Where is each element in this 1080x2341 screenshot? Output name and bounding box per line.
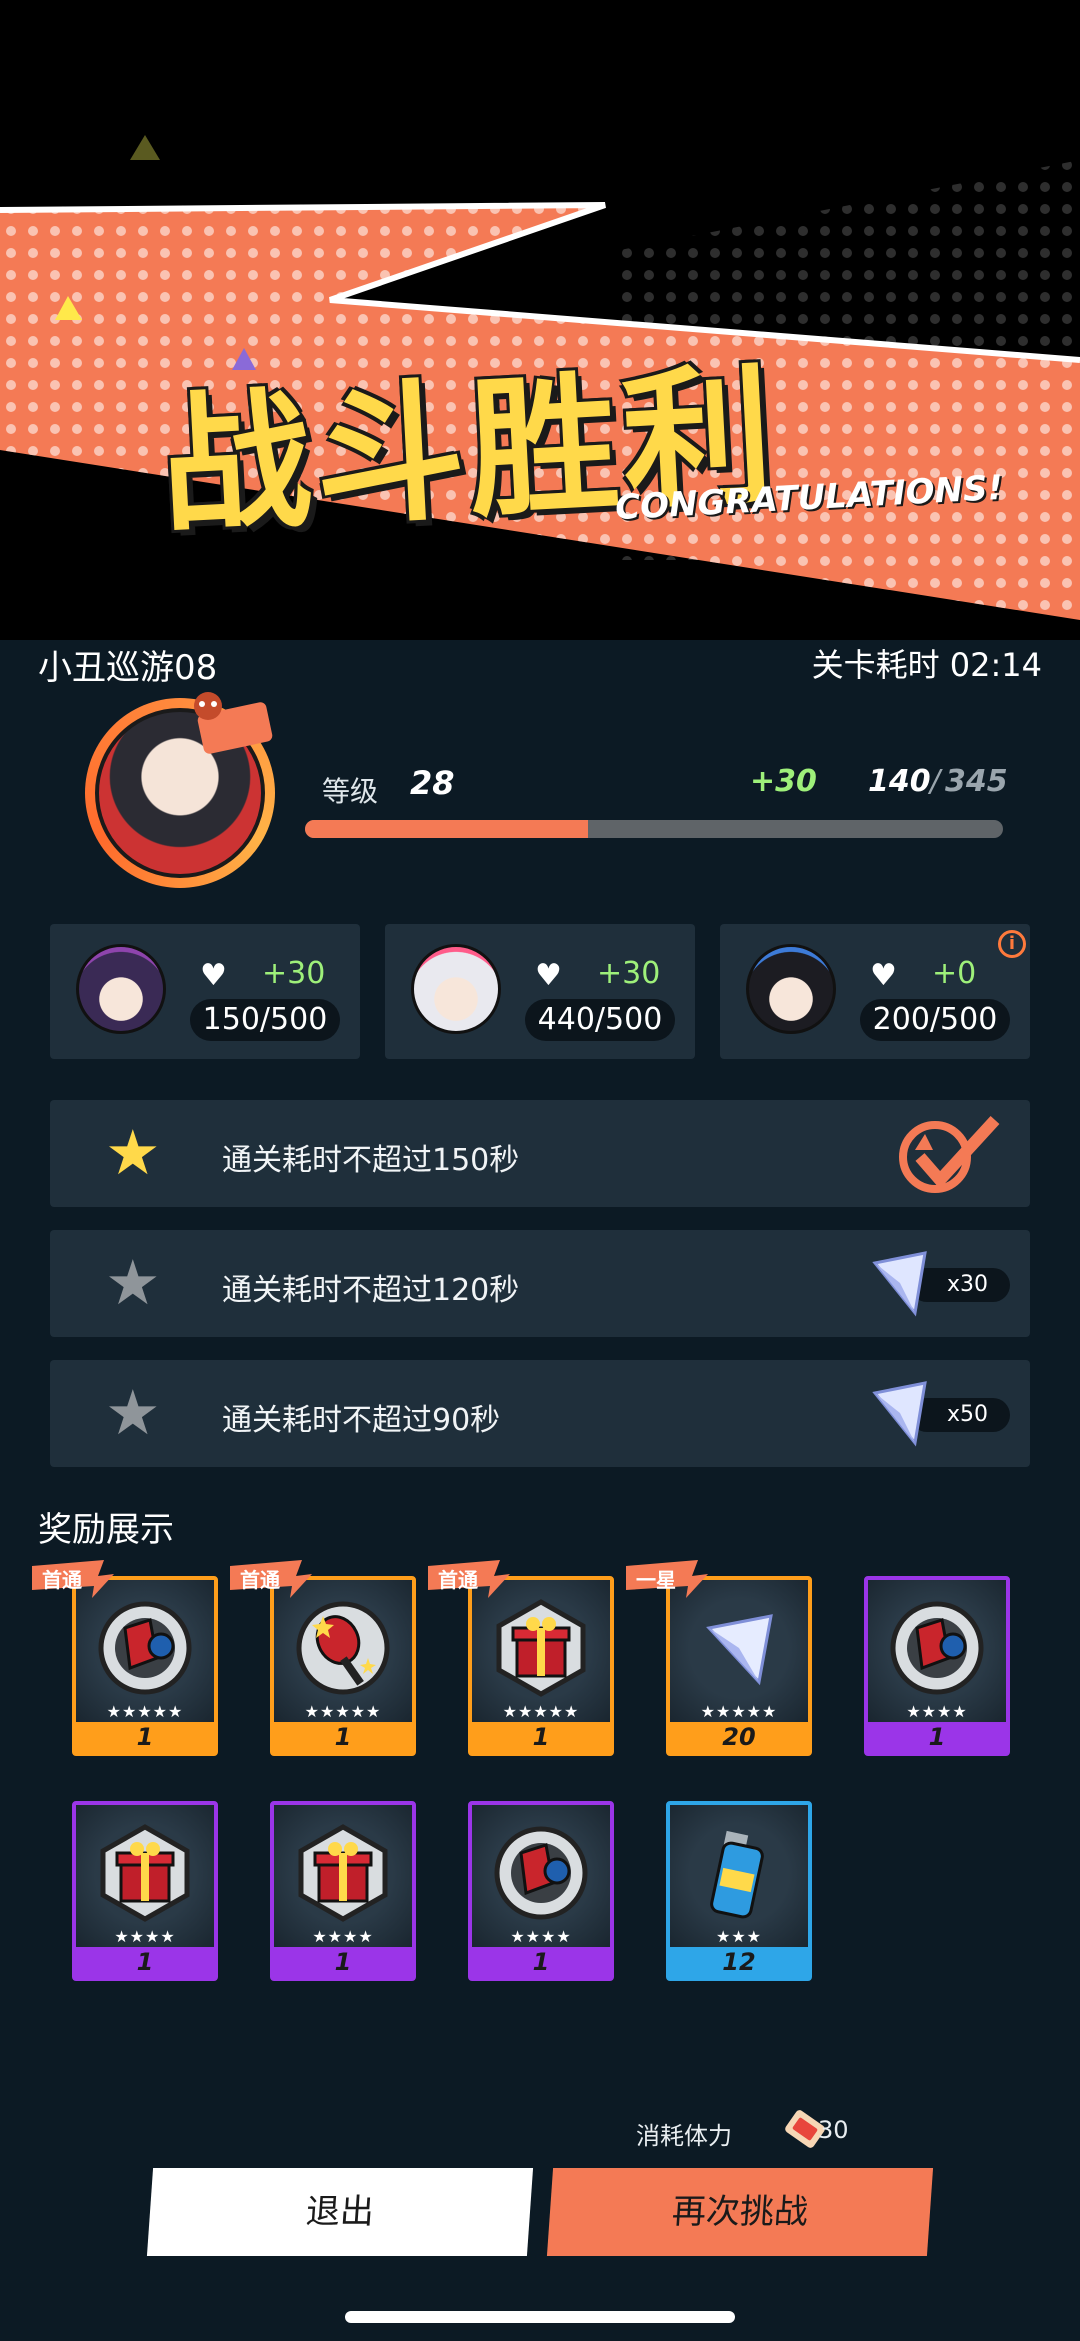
exp-max: 345 [945,764,1008,799]
retry-button[interactable]: 再次挑战 [546,2168,934,2256]
exit-button[interactable]: 退出 [146,2168,534,2256]
reward-item[interactable]: ★★★★ 1 [72,1801,218,1981]
exp-progress-bar [305,820,1003,838]
reward-count: 1 [274,1722,412,1752]
reward-count: 1 [274,1947,412,1977]
reward-item[interactable]: ★★★★★ 1 [72,1576,218,1756]
gift-box-icon [491,1598,591,1698]
level-label: 等级 [322,775,379,808]
rewards-title: 奖励展示 [38,1510,174,1550]
reward-tag: 首通 [32,1560,114,1598]
info-icon[interactable]: i [998,930,1026,958]
star-empty-icon: ★ [105,1376,161,1449]
reward-stars: ★★★★★ [106,1702,184,1721]
reward-tag: 一星 [626,1560,708,1598]
gift-box-icon [293,1823,393,1923]
star-empty-icon: ★ [105,1246,161,1319]
reward-tag-label: 首通 [240,1568,280,1592]
objective-row: ★ 通关耗时不超过150秒 [50,1100,1030,1207]
crystal-icon [872,1251,927,1317]
reward-count: 1 [472,1722,610,1752]
stage-time: 关卡耗时 02:14 [812,640,1042,686]
character-portrait [746,944,836,1034]
reward-item[interactable]: ★★★★ 1 [468,1801,614,1981]
stage-time-value: 02:14 [949,646,1042,684]
reward-stars: ★★★★ [312,1927,374,1946]
reward-count: 1 [76,1947,214,1977]
exp-separator: / [930,764,941,799]
character-card[interactable]: ♥ +30 150/500 [50,924,360,1059]
reward-stars: ★★★★ [906,1702,968,1721]
reward-count: 20 [670,1722,808,1752]
home-indicator[interactable] [345,2311,735,2323]
reward-item[interactable]: ★★★★★ 1 [270,1576,416,1756]
victory-banner: 战斗胜利 CONGRATULATIONS! [0,0,1080,640]
reward-item[interactable]: ★★★★ 1 [864,1576,1010,1756]
trust-gain: +30 [597,956,661,991]
character-portrait [411,944,501,1034]
character-portrait [76,944,166,1034]
reward-tag-label: 首通 [42,1568,82,1592]
stamina-value: 30 [818,2116,849,2144]
reward-stars: ★★★ [715,1927,763,1946]
gear-disk-icon [491,1823,591,1923]
reward-item[interactable]: ★★★ 12 [666,1801,812,1981]
crystal-icon [689,1598,789,1698]
reward-tag-label: 首通 [438,1568,478,1592]
exp-current: 140 [868,764,931,799]
exp-gain: +30 [750,764,817,799]
reward-item[interactable]: ★★★★ 1 [270,1801,416,1981]
objective-text: 通关耗时不超过150秒 [222,1143,520,1178]
reward-stars: ★★★★★ [304,1702,382,1721]
broken-heart-icon: ♥ [870,958,897,993]
reward-count: 1 [472,1947,610,1977]
reward-stars: ★★★★★ [700,1702,778,1721]
level-value: 28 [410,764,455,802]
gear-disk-icon [95,1598,195,1698]
trash-panda-badge-icon [194,692,273,754]
player-name: 小丑巡游08 [38,648,218,688]
exp-progress-fill [305,820,589,838]
broken-heart-icon: ♥ [535,958,562,993]
star-filled-icon: ★ [105,1116,161,1189]
reward-stars: ★★★★ [510,1927,572,1946]
trust-value: 150/500 [190,999,340,1041]
objective-reward: x30 [870,1248,1030,1318]
objective-reward: x50 [870,1378,1030,1448]
achieved-check-icon [899,1115,1000,1193]
reward-tag: 首通 [428,1560,510,1598]
reward-tag: 首通 [230,1560,312,1598]
reward-stars: ★★★★★ [502,1702,580,1721]
reward-item[interactable]: ★★★★★ 20 [666,1576,812,1756]
character-card[interactable]: ♥ +30 440/500 [385,924,695,1059]
stamina-label: 消耗体力 [636,2122,732,2150]
objective-text: 通关耗时不超过120秒 [222,1273,520,1308]
reward-tag-label: 一星 [636,1568,676,1592]
objective-row: ★ 通关耗时不超过90秒 x50 [50,1360,1030,1467]
reward-item[interactable]: ★★★★★ 1 [468,1576,614,1756]
trust-value: 440/500 [525,999,675,1041]
trust-gain: +0 [932,956,977,991]
character-card[interactable]: ♥ +0 200/500 [720,924,1030,1059]
gift-box-icon [95,1823,195,1923]
gear-disk-icon [887,1598,987,1698]
reward-count: 1 [76,1722,214,1752]
trust-gain: +30 [262,956,326,991]
crystal-icon [872,1381,927,1447]
stage-time-label: 关卡耗时 [811,646,940,684]
trust-value: 200/500 [860,999,1010,1041]
reward-count: 1 [868,1722,1006,1752]
objective-text: 通关耗时不超过90秒 [222,1403,501,1438]
broken-heart-icon: ♥ [200,958,227,993]
spray-can-icon [689,1823,789,1923]
objective-row: ★ 通关耗时不超过120秒 x30 [50,1230,1030,1337]
reward-count: 12 [670,1947,808,1977]
reward-stars: ★★★★ [114,1927,176,1946]
magic-fan-icon [293,1598,393,1698]
victory-title: 战斗胜利 [156,348,781,555]
